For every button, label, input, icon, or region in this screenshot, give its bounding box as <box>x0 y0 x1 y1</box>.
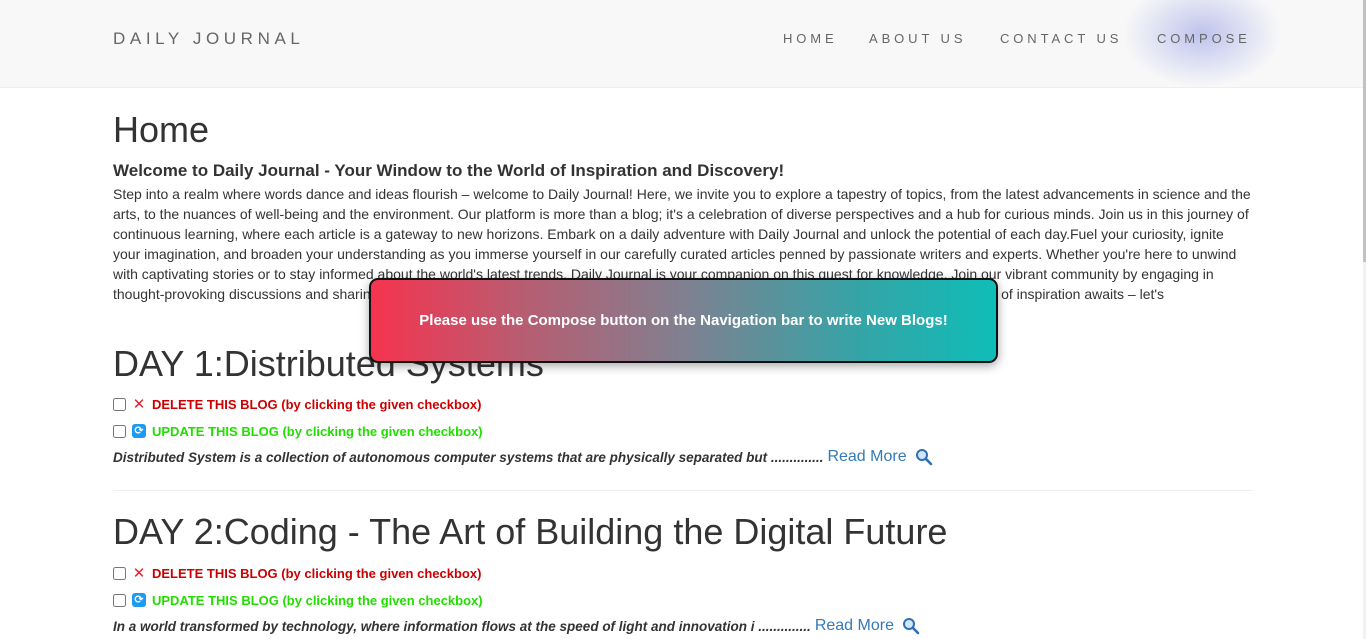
post-excerpt: In a world transformed by technology, wh… <box>113 618 811 634</box>
post-excerpt-row: In a world transformed by technology, wh… <box>113 616 920 636</box>
welcome-heading: Welcome to Daily Journal - Your Window t… <box>113 161 785 180</box>
delete-row: ✕ DELETE THIS BLOG (by clicking the give… <box>113 395 481 413</box>
post-divider <box>113 490 1253 491</box>
nav-link-compose[interactable]: COMPOSE <box>1157 31 1251 46</box>
delete-label: DELETE THIS BLOG (by clicking the given … <box>152 396 482 412</box>
navbar: DAILY JOURNAL HOME ABOUT US CONTACT US C… <box>0 0 1366 88</box>
cycle-arrows-icon: ⟳ <box>132 424 146 438</box>
nav-link-home[interactable]: HOME <box>783 31 838 46</box>
update-row: ⟳ UPDATE THIS BLOG (by clicking the give… <box>113 591 483 609</box>
update-label: UPDATE THIS BLOG (by clicking the given … <box>152 592 483 608</box>
cross-mark-icon: ✕ <box>132 396 146 413</box>
read-more-link[interactable]: Read More <box>827 448 906 466</box>
update-checkbox[interactable] <box>113 424 126 438</box>
nav-link-contact-us[interactable]: CONTACT US <box>1000 31 1122 46</box>
update-row: ⟳ UPDATE THIS BLOG (by clicking the give… <box>113 422 483 440</box>
post-excerpt-row: Distributed System is a collection of au… <box>113 447 933 467</box>
delete-checkbox[interactable] <box>113 566 126 580</box>
read-more-link[interactable]: Read More <box>815 617 894 635</box>
update-label: UPDATE THIS BLOG (by clicking the given … <box>152 423 483 439</box>
cross-mark-icon: ✕ <box>132 565 146 582</box>
delete-label: DELETE THIS BLOG (by clicking the given … <box>152 565 482 581</box>
post-excerpt: Distributed System is a collection of au… <box>113 449 824 465</box>
toast-message: Please use the Compose button on the Nav… <box>419 312 948 329</box>
cycle-arrows-icon: ⟳ <box>132 593 146 607</box>
compose-hint-toast[interactable]: Please use the Compose button on the Nav… <box>369 278 998 363</box>
magnifier-icon[interactable] <box>902 617 920 635</box>
delete-checkbox[interactable] <box>113 397 126 411</box>
nav-link-about-us[interactable]: ABOUT US <box>869 31 966 46</box>
magnifier-icon[interactable] <box>915 448 933 466</box>
delete-row: ✕ DELETE THIS BLOG (by clicking the give… <box>113 564 481 582</box>
post-title: DAY 2:Coding - The Art of Building the D… <box>113 511 948 552</box>
brand-logo-link[interactable]: DAILY JOURNAL <box>113 29 304 49</box>
update-checkbox[interactable] <box>113 593 126 607</box>
page-title: Home <box>113 109 210 150</box>
